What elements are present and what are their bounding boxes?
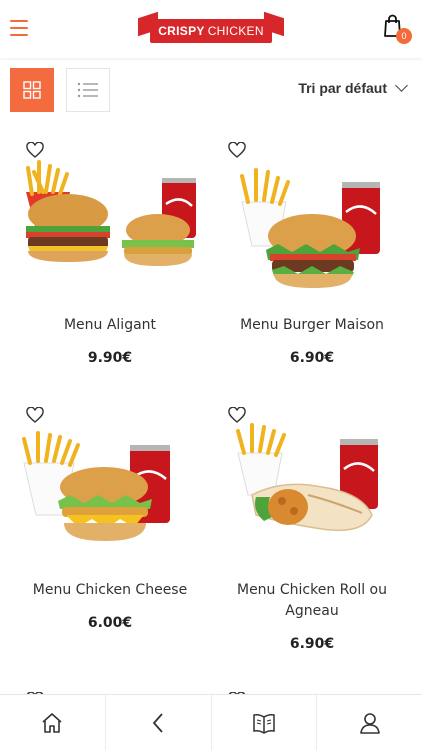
hamburger-menu-icon[interactable] [10,20,28,36]
grid-icon [23,81,41,99]
sort-label: Tri par défaut [298,80,387,96]
product-name[interactable]: Menu Burger Maison [212,315,412,336]
logo-word-chicken: CHICKEN [207,24,264,38]
chevron-left-icon [152,712,163,733]
product-card[interactable]: Menu Chicken Cheese 6.00€ [10,407,210,657]
chevron-down-icon [395,79,408,92]
product-image [26,160,196,266]
product-price: 6.00€ [87,615,133,631]
grid-view-button[interactable] [10,68,54,112]
nav-account-button[interactable] [317,695,422,750]
product-card[interactable]: Menu Chicken Roll ou Agneau 6.90€ [212,407,412,657]
product-card[interactable]: Menu Aligant 9.90€ [10,142,210,382]
nav-back-button[interactable] [106,695,212,750]
product-image [236,423,378,532]
product-card[interactable]: Menu Burger Maison 6.90€ [212,142,412,382]
cart-count-badge: 0 [396,28,412,44]
logo-word-crispy: CRISPY [158,24,205,38]
product-image [240,168,380,288]
list-icon [77,82,98,98]
brand-logo[interactable]: CRISPY CHICKEN [138,11,284,47]
app-header: CRISPY CHICKEN 0 [0,0,422,58]
user-icon [359,712,380,734]
nav-catalog-button[interactable] [212,695,318,750]
cart-button[interactable]: 0 [382,14,412,44]
sort-dropdown[interactable]: Tri par défaut [298,79,408,96]
book-icon [253,713,275,734]
product-name[interactable]: Menu Aligant [10,315,210,336]
list-view-button[interactable] [66,68,110,112]
home-icon [42,712,62,733]
product-image [22,431,170,541]
product-name[interactable]: Menu Chicken Cheese [10,580,210,601]
nav-home-button[interactable] [0,695,106,750]
product-price: 6.90€ [289,636,335,652]
product-name[interactable]: Menu Chicken Roll ou Agneau [212,580,412,622]
catalog-toolbar: Tri par défaut [0,58,422,122]
product-price: 9.90€ [87,350,133,366]
bottom-navigation [0,694,422,750]
product-price: 6.90€ [289,350,335,366]
